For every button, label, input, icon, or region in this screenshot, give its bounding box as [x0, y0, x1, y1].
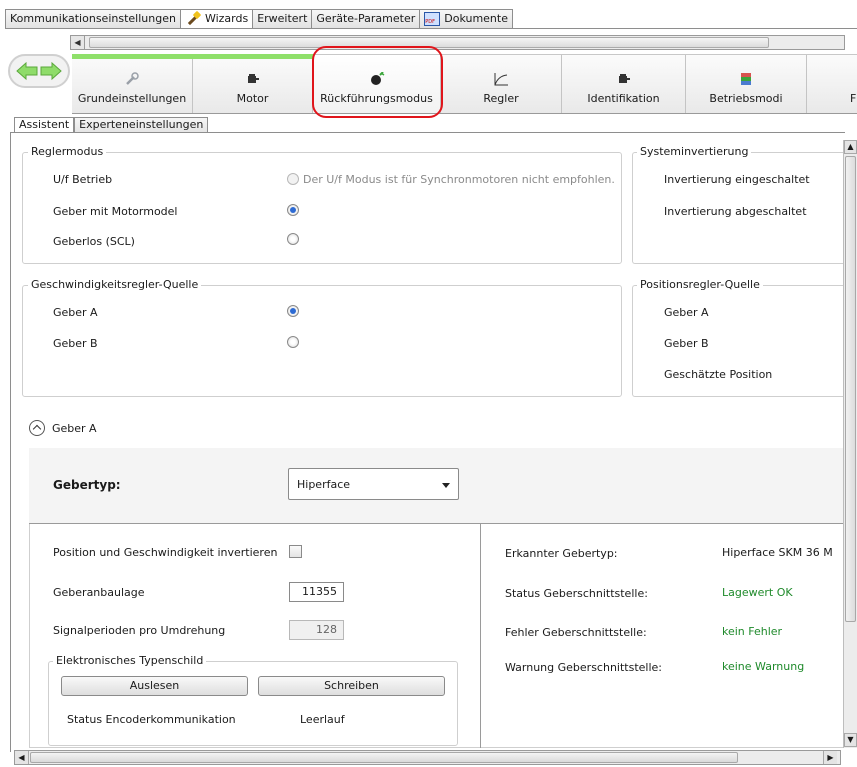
uf-betrieb-radio[interactable] — [287, 173, 299, 185]
content-left-border — [10, 132, 11, 752]
invertierung-aus-option[interactable]: Invertierung abgeschaltet — [664, 205, 807, 218]
status-schnitt-label: Status Geberschnittstelle: — [505, 587, 648, 600]
erkannt-value: Hiperface SKM 36 M — [722, 546, 833, 559]
warnung-value: keine Warnung — [722, 660, 805, 673]
gebertyp-value: Hiperface — [297, 478, 351, 491]
signalperioden-input[interactable]: 128 — [289, 620, 344, 640]
ribbon-tab-label: Identifikation — [587, 92, 660, 105]
signalperioden-label: Signalperioden pro Umdrehung — [53, 624, 226, 637]
motor-icon — [618, 74, 630, 83]
geschw-geber-b-radio[interactable] — [287, 336, 299, 348]
tab-wizards[interactable]: Wizards — [180, 9, 254, 29]
gebertyp-label: Gebertyp: — [53, 478, 121, 492]
ribbon-tab-label: Grundeinstellungen — [77, 92, 187, 105]
geberlos-scl-radio[interactable] — [287, 233, 299, 245]
tab-label: Dokumente — [444, 12, 508, 25]
ribbon-tab-identifikation[interactable]: Identifikation — [562, 55, 686, 113]
erkannt-label: Erkannter Gebertyp: — [505, 547, 618, 560]
curve-icon — [494, 73, 508, 86]
scroll-up-icon[interactable]: ▲ — [844, 140, 857, 154]
geber-a-header[interactable]: Geber A — [52, 422, 97, 435]
horizontal-scrollbar-thumb[interactable] — [30, 752, 738, 763]
tab-experteneinstellungen[interactable]: Experteneinstellungen — [74, 117, 209, 133]
top-tab-bar: Kommunikationseinstellungen Wizards Erwe… — [5, 9, 513, 29]
vertical-scrollbar-thumb[interactable] — [845, 156, 856, 622]
option-label: Geber A — [53, 306, 98, 319]
fehler-value: kein Fehler — [722, 625, 783, 638]
geschwindigkeitsregler-title: Geschwindigkeitsregler-Quelle — [28, 278, 202, 291]
status-kommunikation-value: Leerlauf — [300, 713, 345, 726]
ribbon-tab-regler[interactable]: Regler — [441, 55, 562, 113]
sub-tab-bar: Assistent Experteneinstellungen — [14, 117, 209, 133]
gebertyp-dropdown[interactable]: Hiperface — [288, 468, 459, 500]
pos-geber-b-option[interactable]: Geber B — [664, 337, 709, 350]
tab-label: Wizards — [204, 12, 249, 25]
tab-label: Kommunikationseinstellungen — [10, 12, 176, 25]
ribbon-tab-label: F — [850, 92, 857, 105]
positionsregler-title: Positionsregler-Quelle — [637, 278, 763, 291]
forward-arrow-icon[interactable] — [39, 61, 63, 81]
systeminvertierung-title: Systeminvertierung — [637, 145, 752, 158]
wizard-nav-buttons — [8, 54, 70, 88]
tab-geraete-parameter[interactable]: Geräte-Parameter — [312, 9, 421, 29]
red-highlight-annotation — [312, 46, 443, 118]
anbaulage-input[interactable]: 11355 — [289, 582, 344, 602]
geschw-geber-a-radio[interactable] — [287, 305, 299, 317]
ribbon-tab-more[interactable]: F — [807, 55, 857, 113]
tab-erweitert[interactable]: Erweitert — [253, 9, 313, 29]
motor-icon — [247, 74, 259, 83]
chevron-down-icon — [442, 483, 450, 488]
scroll-left-icon[interactable]: ◀ — [15, 751, 29, 764]
content-top-border — [10, 132, 845, 133]
auslesen-button[interactable]: Auslesen — [61, 676, 248, 696]
option-label: Geberlos (SCL) — [53, 235, 135, 248]
geber-mit-motormodel-radio[interactable] — [287, 204, 299, 216]
geschwindigkeitsregler-group — [22, 285, 622, 397]
ribbon-tab-label: Motor — [236, 92, 269, 105]
ribbon-tab-grundeinstellungen[interactable]: Grundeinstellungen — [72, 55, 193, 113]
wrench-icon — [126, 72, 139, 85]
tab-dokumente[interactable]: Dokumente — [420, 9, 513, 29]
option-label: Geber B — [53, 337, 98, 350]
typenschild-title: Elektronisches Typenschild — [53, 654, 207, 667]
tab-label: Erweitert — [257, 12, 308, 25]
wand-icon — [185, 12, 201, 26]
invert-label: Position und Geschwindigkeit invertieren — [53, 546, 278, 559]
collapse-chevron-icon[interactable] — [29, 420, 45, 436]
schreiben-button[interactable]: Schreiben — [258, 676, 445, 696]
ribbon-tab-motor[interactable]: Motor — [193, 55, 313, 113]
top-horizontal-scrollbar[interactable]: ◀ — [70, 35, 845, 50]
wizard-progress-bar — [72, 54, 314, 59]
ribbon-tab-betriebsmodi[interactable]: Betriebsmodi — [686, 55, 807, 113]
scroll-right-icon[interactable]: ▶ — [823, 751, 837, 764]
modes-icon — [741, 73, 751, 85]
ribbon-tab-label: Regler — [483, 92, 519, 105]
tab-strip-line — [5, 28, 857, 29]
status-schnitt-value: Lagewert OK — [722, 586, 793, 599]
option-label: Geber mit Motormodel — [53, 205, 178, 218]
warnung-label: Warnung Geberschnittstelle: — [505, 661, 663, 674]
option-label: U/f Betrieb — [53, 173, 113, 186]
pos-geber-a-option[interactable]: Geber A — [664, 306, 709, 319]
reglermodus-title: Reglermodus — [28, 145, 107, 158]
scroll-down-icon[interactable]: ▼ — [844, 733, 857, 747]
status-kommunikation-label: Status Encoderkommunikation — [67, 713, 236, 726]
typenschild-group — [48, 661, 458, 746]
tab-label: Geräte-Parameter — [316, 12, 416, 25]
scroll-left-icon[interactable]: ◀ — [71, 36, 85, 49]
fehler-label: Fehler Geberschnittstelle: — [505, 626, 647, 639]
wizard-ribbon: Grundeinstellungen Motor Rückführungsmod… — [72, 54, 857, 114]
tab-kommunikationseinstellungen[interactable]: Kommunikationseinstellungen — [5, 9, 181, 29]
uf-hint-text: Der U/f Modus ist für Synchronmotoren ni… — [303, 173, 615, 186]
back-arrow-icon[interactable] — [15, 61, 39, 81]
tab-assistent[interactable]: Assistent — [14, 117, 75, 133]
invert-checkbox[interactable] — [289, 545, 302, 558]
invertierung-ein-option[interactable]: Invertierung eingeschaltet — [664, 173, 810, 186]
pos-geschaetzte-option[interactable]: Geschätzte Position — [664, 368, 772, 381]
panel-divider — [480, 524, 481, 748]
document-icon — [424, 12, 441, 26]
anbaulage-label: Geberanbaulage — [53, 586, 145, 599]
ribbon-tab-label: Betriebsmodi — [709, 92, 783, 105]
